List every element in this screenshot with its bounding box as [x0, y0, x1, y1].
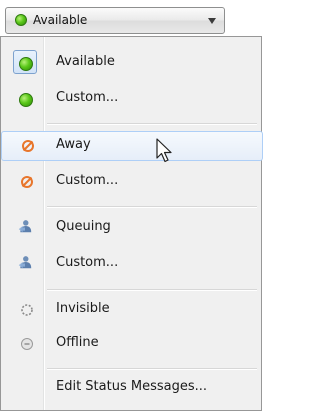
available-dot-icon: [19, 57, 33, 71]
menu-item-label: Custom...: [56, 173, 119, 188]
mouse-cursor-icon: [156, 138, 172, 163]
away-icon: [21, 176, 33, 188]
menu-item-custom-queuing[interactable]: Custom...: [1, 249, 263, 279]
menu-item-invisible[interactable]: Invisible: [1, 295, 263, 325]
menu-item-custom-available[interactable]: Custom...: [1, 84, 263, 114]
menu-item-label: Custom...: [56, 90, 119, 105]
menu-separator: [47, 368, 257, 370]
menu-item-label: Away: [56, 137, 91, 152]
menu-item-label: Invisible: [56, 301, 110, 316]
invisible-icon: [21, 304, 33, 316]
menu-separator: [47, 206, 257, 208]
menu-item-queuing[interactable]: Queuing: [1, 213, 263, 243]
menu-item-offline[interactable]: Offline: [1, 329, 263, 359]
queuing-user-icon: [18, 220, 32, 233]
away-icon: [22, 140, 34, 152]
menu-item-label: Queuing: [56, 219, 111, 234]
menu-item-label: Custom...: [56, 255, 119, 270]
menu-item-away[interactable]: Away: [1, 131, 263, 161]
menu-item-edit-status-messages[interactable]: Edit Status Messages...: [1, 373, 263, 403]
menu-separator: [47, 123, 257, 125]
menu-item-custom-away[interactable]: Custom...: [1, 167, 263, 197]
menu-item-label: Available: [56, 54, 115, 69]
menu-separator: [47, 289, 257, 291]
chevron-down-icon[interactable]: [208, 18, 216, 24]
available-dot-icon: [19, 93, 33, 107]
available-dot-icon: [15, 14, 27, 26]
status-menu: Available Custom... Away Custom... Queui…: [0, 36, 263, 411]
menu-item-label: Offline: [56, 335, 99, 350]
menu-item-label: Edit Status Messages...: [56, 379, 208, 394]
queuing-user-icon: [18, 256, 32, 269]
status-dropdown-label: Available: [33, 13, 88, 27]
offline-icon: [21, 338, 33, 350]
status-dropdown[interactable]: Available: [5, 7, 225, 34]
menu-item-available[interactable]: Available: [1, 48, 263, 78]
